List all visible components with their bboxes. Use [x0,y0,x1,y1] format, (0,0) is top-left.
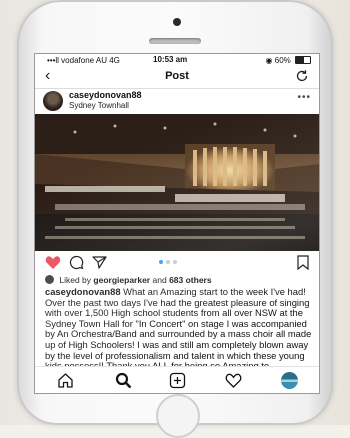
heart-filled-icon[interactable] [45,255,61,270]
front-camera [173,18,181,26]
clock: 10:53 am [153,55,188,64]
instagram-screen: •••ll vodafone AU 4G 10:53 am ◉ 60% ‹ Po… [34,53,320,394]
post-location[interactable]: Sydney Townhall [69,101,129,110]
liked-by-prefix: Liked by [59,275,92,285]
liked-by-others[interactable]: 683 others [169,275,212,285]
home-icon[interactable] [57,372,74,389]
battery-percent: ◉ 60% [265,56,291,65]
post-actions [35,251,319,273]
post-username[interactable]: caseydonovan88 [69,90,142,100]
caption-text: What an Amazing start to the week I've h… [45,286,312,371]
liked-by-and: and [152,275,167,285]
home-button[interactable] [156,394,200,438]
avatar[interactable] [43,91,63,111]
liked-by-user[interactable]: georgieparker [93,275,150,285]
add-post-icon[interactable] [169,372,186,389]
share-icon[interactable] [92,255,107,270]
carousel-dot [166,260,170,264]
activity-heart-icon[interactable] [225,372,242,389]
carousel-dot [173,260,177,264]
bookmark-icon[interactable] [297,255,309,270]
carousel-dot [159,260,163,264]
earpiece-speaker [149,38,201,44]
battery-icon [295,56,311,64]
concert-hall-photo[interactable] [35,114,319,251]
post-nav-bar: ‹ Post [35,66,319,89]
carrier-label: •••ll vodafone AU 4G [47,56,120,65]
profile-avatar-icon[interactable] [281,372,298,389]
more-dots-icon[interactable]: ••• [297,92,311,103]
post-caption: caseydonovan88 What an Amazing start to … [45,286,315,372]
search-icon[interactable] [115,372,132,389]
page-title: Post [165,70,189,82]
liker-avatar [45,275,54,284]
battery-indicator: ◉ 60% [266,56,311,65]
post-header: caseydonovan88 Sydney Townhall ••• [35,88,319,114]
likes-line: Liked by georgieparker and 683 others [45,275,212,285]
bottom-tab-bar [35,366,319,393]
comment-icon[interactable] [69,255,84,270]
iphone-body: •••ll vodafone AU 4G 10:53 am ◉ 60% ‹ Po… [17,0,333,438]
caption-username[interactable]: caseydonovan88 [45,286,121,297]
status-bar: •••ll vodafone AU 4G 10:53 am ◉ 60% [35,54,319,66]
refresh-icon[interactable] [295,69,309,88]
carousel-dots [159,260,177,264]
